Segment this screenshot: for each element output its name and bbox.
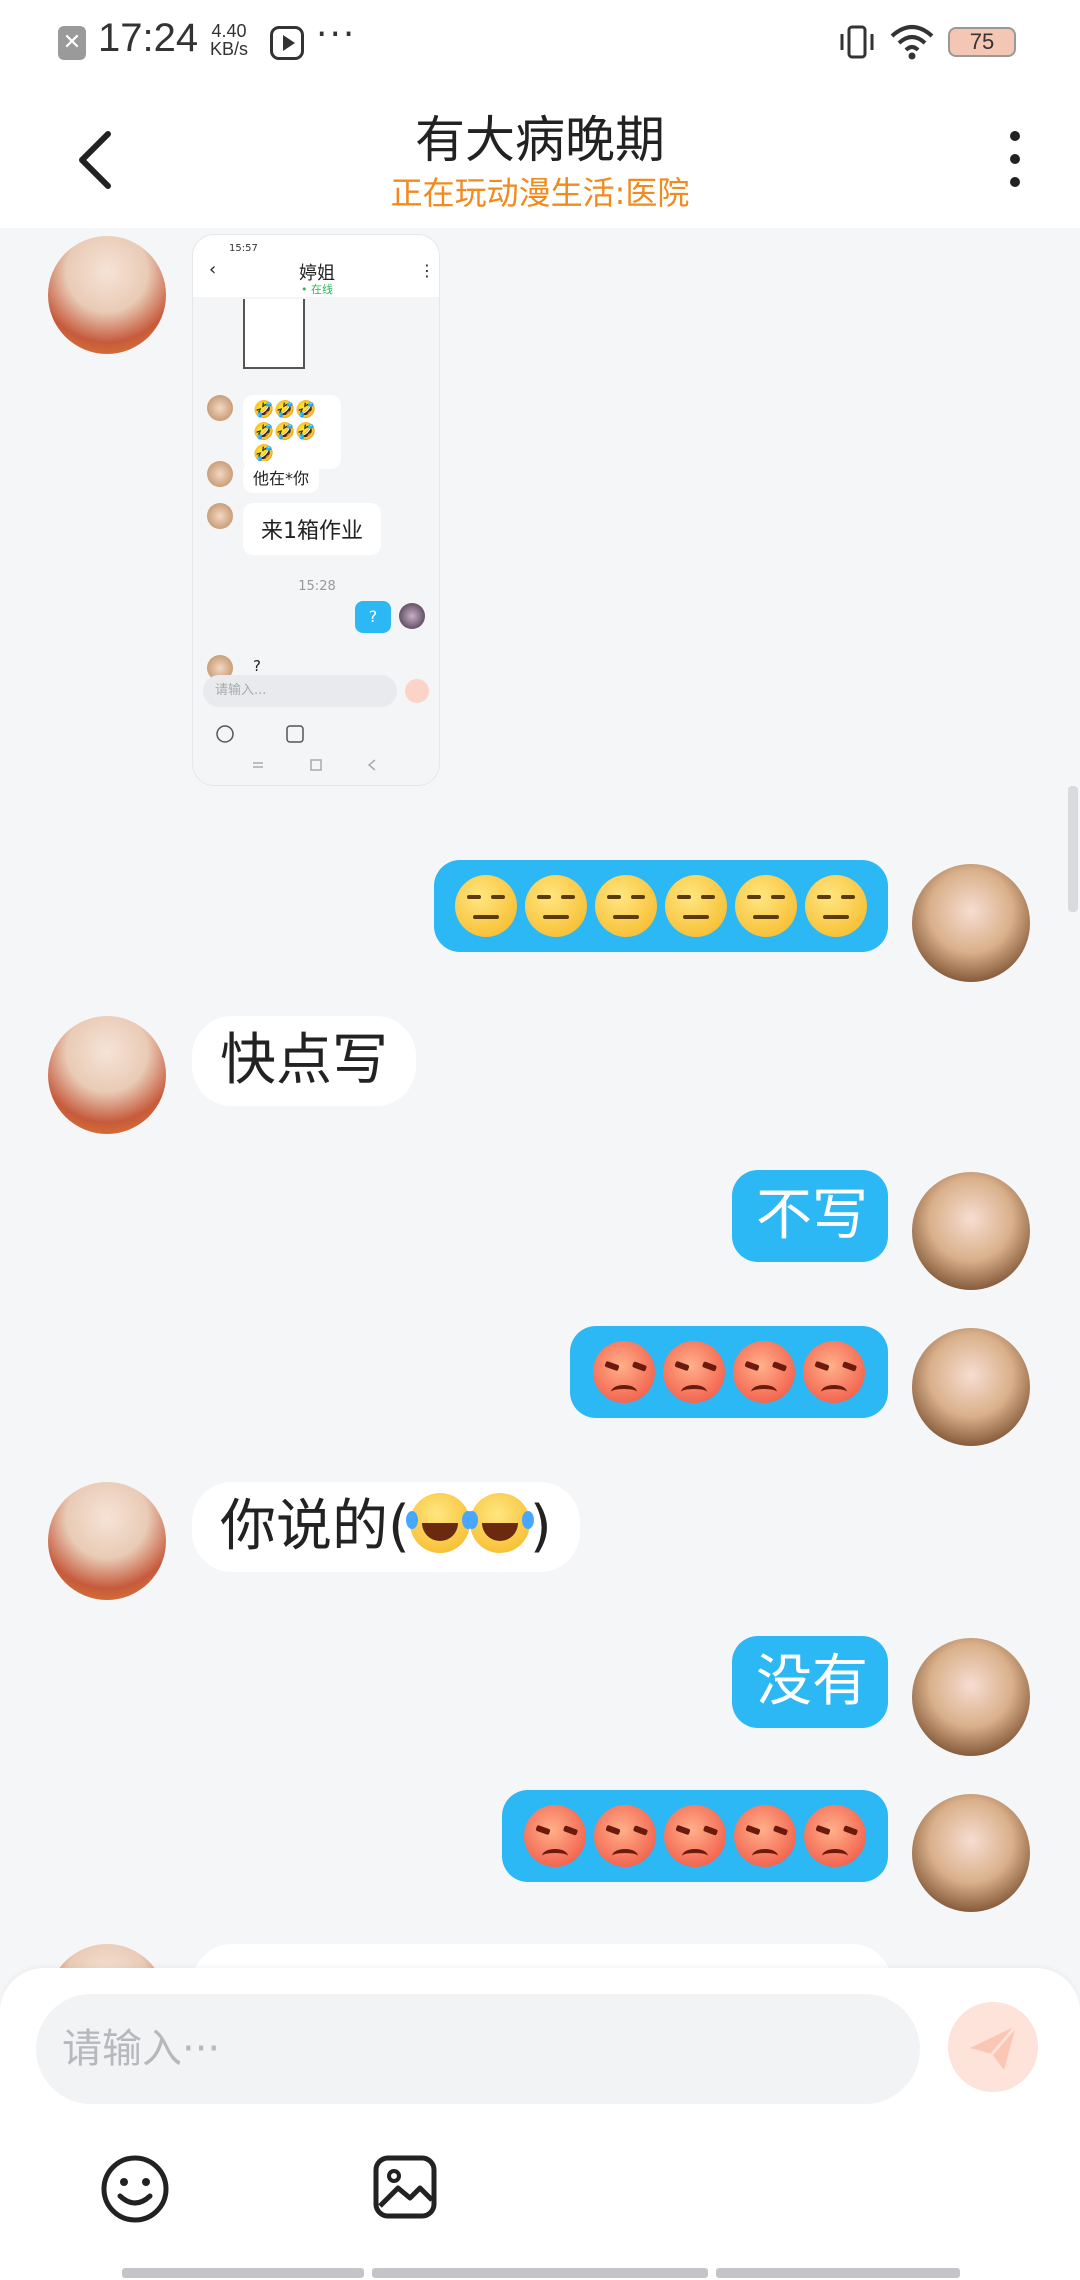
nav-segment[interactable] <box>372 2268 708 2278</box>
contact-avatar[interactable] <box>48 1016 166 1134</box>
sent-message-bubble[interactable]: 没有 <box>732 1636 888 1728</box>
status-time: 17:24 <box>98 16 199 60</box>
laugh-emoji-group <box>405 1493 530 1559</box>
received-message-bubble[interactable]: 你说的() <box>192 1482 580 1572</box>
wifi-icon <box>890 25 934 60</box>
message-text: ) <box>529 1494 552 1559</box>
screenshot-send-icon <box>405 679 429 703</box>
chat-header: 有大病晚期 正在玩动漫生活:医院 <box>0 84 1080 228</box>
screenshot-bubble: 他在*你 <box>243 461 320 493</box>
screenshot-more-icon: ⋮ <box>419 261 435 280</box>
angry-emoji-icon <box>804 1805 866 1867</box>
expressionless-emoji-icon <box>525 875 587 937</box>
expressionless-emoji-icon <box>735 875 797 937</box>
sent-emoji-bubble[interactable] <box>570 1326 888 1418</box>
angry-emoji-icon <box>524 1805 586 1867</box>
laughing-tears-emoji-icon <box>405 1493 470 1553</box>
input-bar <box>0 1968 1080 2280</box>
notification-close-icon: ✕ <box>58 26 86 60</box>
emoji-row <box>434 860 888 952</box>
chat-messages[interactable]: 15:57 ‹ 婷姐 • 在线 ⋮ 🤣🤣🤣🤣🤣🤣 🤣 他在*你 来1箱作业 15… <box>0 228 1080 1968</box>
angry-emoji-icon <box>664 1805 726 1867</box>
screenshot-toolbar <box>216 725 304 743</box>
screenshot-bubble: 来1箱作业 <box>243 503 381 555</box>
angry-emoji-icon <box>593 1341 655 1403</box>
expressionless-emoji-icon <box>455 875 517 937</box>
contact-avatar[interactable] <box>48 1944 166 1968</box>
received-message-bubble[interactable]: 快点写 <box>192 1016 416 1106</box>
network-speed-unit: KB/s <box>210 39 249 59</box>
send-button[interactable] <box>948 2002 1038 2092</box>
screenshot-avatar <box>207 461 233 487</box>
network-speed: 4.40 KB/s <box>210 22 248 58</box>
laughing-tears-emoji-icon <box>465 1493 530 1553</box>
emoji-row <box>570 1326 888 1418</box>
image-button[interactable] <box>372 2154 438 2220</box>
my-avatar[interactable] <box>912 1172 1030 1290</box>
message-input[interactable] <box>36 1994 920 2104</box>
screenshot-avatar <box>207 395 233 421</box>
my-avatar[interactable] <box>912 1794 1030 1912</box>
expressionless-emoji-icon <box>805 875 867 937</box>
contact-avatar[interactable] <box>48 1482 166 1600</box>
message-text: 你说的( <box>220 1494 410 1559</box>
battery-indicator: 75 <box>948 27 1016 57</box>
emoji-button[interactable] <box>100 2154 170 2224</box>
media-play-icon <box>270 26 304 60</box>
screenshot-image-message[interactable]: 15:57 ‹ 婷姐 • 在线 ⋮ 🤣🤣🤣🤣🤣🤣 🤣 他在*你 来1箱作业 15… <box>192 234 440 786</box>
angry-emoji-icon <box>663 1341 725 1403</box>
screenshot-avatar <box>207 503 233 529</box>
expressionless-emoji-icon <box>665 875 727 937</box>
nav-segment[interactable] <box>716 2268 960 2278</box>
sent-message-bubble[interactable]: 不写 <box>732 1170 888 1262</box>
received-message-bubble[interactable] <box>192 1944 892 1968</box>
more-notifications-icon: ··· <box>316 14 357 55</box>
my-avatar[interactable] <box>912 1638 1030 1756</box>
angry-emoji-icon <box>803 1341 865 1403</box>
screenshot-header: 15:57 ‹ 婷姐 • 在线 ⋮ <box>193 235 439 297</box>
screenshot-avatar <box>399 603 425 629</box>
screenshot-online-status: • 在线 <box>301 283 333 296</box>
expressionless-emoji-icon <box>595 875 657 937</box>
screenshot-nested-image <box>243 299 305 369</box>
angry-emoji-icon <box>734 1805 796 1867</box>
emoji-row <box>502 1790 888 1882</box>
angry-emoji-icon <box>594 1805 656 1867</box>
angry-emoji-icon <box>733 1341 795 1403</box>
chat-subtitle: 正在玩动漫生活:医院 <box>390 174 690 212</box>
screenshot-bubble: 🤣🤣🤣🤣🤣🤣 🤣 <box>243 395 341 469</box>
screenshot-time: 15:57 <box>229 243 258 254</box>
chat-title: 有大病晚期 <box>415 111 665 169</box>
more-options-button[interactable] <box>1000 124 1030 194</box>
sent-emoji-bubble[interactable] <box>434 860 888 952</box>
screenshot-timestamp: 15:28 <box>298 579 336 594</box>
screenshot-input: 请输入... <box>203 675 397 707</box>
screenshot-sent-bubble: ? <box>355 601 391 633</box>
screenshot-image-icon <box>286 725 304 743</box>
screenshot-bubble-line: 🤣🤣🤣🤣🤣🤣 <box>253 400 317 442</box>
status-bar: ✕ 17:24 4.40 KB/s ··· 75 <box>0 0 1080 84</box>
network-speed-value: 4.40 <box>211 21 247 41</box>
my-avatar[interactable] <box>912 1328 1030 1446</box>
system-nav-bar <box>0 2268 1080 2280</box>
screenshot-emoji-icon <box>216 725 234 743</box>
sent-emoji-bubble[interactable] <box>502 1790 888 1882</box>
screenshot-nav-bar <box>253 759 376 771</box>
contact-avatar[interactable] <box>48 236 166 354</box>
nav-segment[interactable] <box>122 2268 364 2278</box>
vibrate-icon <box>840 25 874 59</box>
my-avatar[interactable] <box>912 864 1030 982</box>
chat-scrollbar[interactable] <box>1068 786 1078 912</box>
